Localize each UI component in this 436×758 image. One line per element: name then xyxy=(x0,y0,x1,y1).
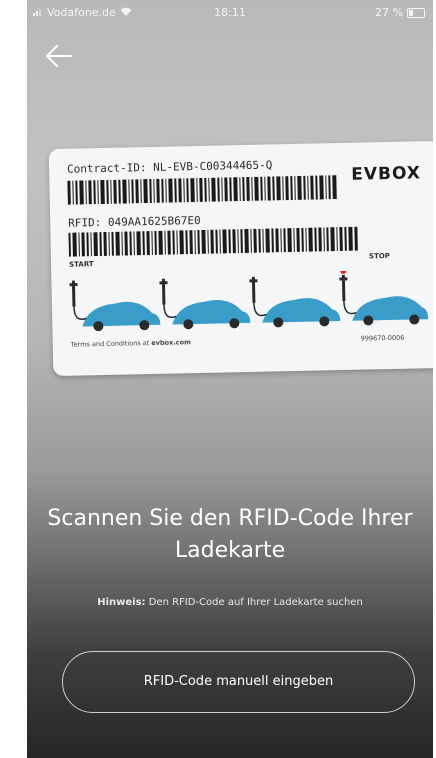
card-terms-text: Terms and Conditions at xyxy=(70,339,152,349)
hint-text: Den RFID-Code auf Ihrer Ladekarte suchen xyxy=(145,597,363,608)
card-serial-number: 999670-0006 xyxy=(360,333,405,343)
car-icon xyxy=(249,276,341,328)
rfid-card-preview: Contract-ID: NL-EVB-C00344465-Q EVBOX RF… xyxy=(48,140,433,377)
scan-hint: Hinweis: Den RFID-Code auf Ihrer Ladekar… xyxy=(27,597,433,608)
car-icon xyxy=(339,269,429,326)
car-icon xyxy=(69,280,161,332)
status-right: 27 % xyxy=(375,6,425,19)
card-brand-logo: EVBOX xyxy=(351,163,422,185)
status-time: 18:11 xyxy=(214,6,246,19)
card-start-label: START xyxy=(69,260,94,269)
stop-indicator-icon xyxy=(340,269,347,274)
scan-headline: Scannen Sie den RFID-Code Ihrer Ladekart… xyxy=(47,506,413,563)
arrow-left-icon xyxy=(46,45,72,67)
card-contract-id: Contract-ID: NL-EVB-C00344465-Q xyxy=(66,158,273,176)
status-bar: Vodafone.de 18:11 27 % xyxy=(27,0,433,24)
barcode-rfid xyxy=(68,226,358,257)
hint-label: Hinweis: xyxy=(97,597,146,608)
card-rfid-code: RFID: 049AA1625B67E0 xyxy=(68,213,201,230)
card-charging-illustration xyxy=(69,269,429,332)
card-terms-link: evbox.com xyxy=(151,338,191,348)
card-stop-label: STOP xyxy=(368,251,390,261)
barcode-contract xyxy=(67,175,337,205)
battery-icon xyxy=(407,7,425,18)
car-icon xyxy=(159,278,251,330)
card-terms: Terms and Conditions at evbox.com xyxy=(71,338,191,349)
manual-entry-button[interactable]: RFID-Code manuell eingeben xyxy=(62,651,415,713)
camera-scan-screen: Vodafone.de 18:11 27 % Contract-ID: NL-E… xyxy=(27,0,433,758)
battery-percent: 27 % xyxy=(375,6,403,19)
back-button[interactable] xyxy=(41,40,77,72)
